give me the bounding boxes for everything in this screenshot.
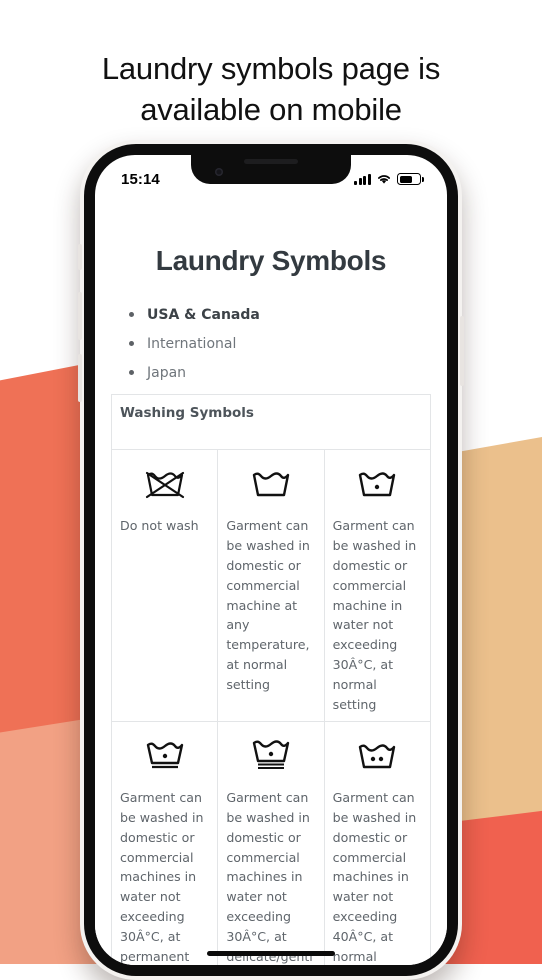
table-section-header: Washing Symbols (111, 394, 431, 450)
page-headline: Laundry symbols page is available on mob… (101, 50, 441, 127)
region-nav-list: USA & Canada International Japan (111, 305, 431, 384)
nav-item-label: USA & Canada (147, 307, 260, 323)
wifi-icon (376, 173, 392, 185)
phone-mute-switch[interactable] (78, 244, 82, 270)
symbol-cell-wash-30c-normal[interactable]: Garment can be washed in domestic or com… (323, 449, 432, 722)
status-bar-time: 15:14 (121, 170, 160, 188)
phone-mockup: 15:14 Laundry Symbols USA & Canada Inter… (78, 140, 464, 980)
nav-item-usa-canada[interactable]: USA & Canada (129, 305, 431, 326)
washing-symbols-table: Washing Symbols Do not wash Garment can … (110, 394, 432, 965)
symbol-description: Garment can be washed in domestic or com… (332, 518, 417, 713)
page-title: Laundry Symbols (155, 245, 387, 276)
phone-screen: 15:14 Laundry Symbols USA & Canada Inter… (95, 155, 447, 965)
symbol-cell-wash-40c-normal[interactable]: Garment can be washed in domestic or com… (323, 720, 432, 965)
symbol-cell-wash-30c-permanent-press[interactable]: Garment can be washed in domestic or com… (110, 720, 219, 965)
do-not-wash-icon (120, 460, 209, 506)
front-camera-icon (215, 168, 223, 176)
mobile-webpage-content: Laundry Symbols USA & Canada Internation… (95, 203, 447, 965)
table-section-header-row: Washing Symbols (111, 394, 431, 450)
symbol-description: Garment can be washed in domestic or com… (226, 789, 313, 965)
earpiece-speaker-icon (244, 159, 298, 164)
nav-item-label: International (147, 336, 237, 352)
wash-30c-delicate-icon (226, 732, 315, 778)
cellular-bars-icon (354, 173, 371, 185)
symbol-cell-wash-normal[interactable]: Garment can be washed in domestic or com… (217, 449, 325, 722)
wash-normal-icon (226, 460, 315, 506)
nav-item-japan[interactable]: Japan (129, 363, 431, 384)
wash-30c-normal-icon (333, 460, 422, 506)
status-bar-indicators (354, 173, 424, 185)
wash-30c-permanent-press-icon (120, 732, 209, 778)
symbol-description: Garment can be washed in domestic or com… (120, 789, 204, 965)
table-row: Garment can be washed in domestic or com… (110, 720, 432, 965)
phone-volume-up-button[interactable] (78, 292, 82, 340)
wash-40c-normal-icon (333, 732, 422, 778)
symbol-description: Do not wash (120, 518, 199, 533)
phone-volume-down-button[interactable] (78, 354, 82, 402)
phone-notch (191, 155, 351, 184)
nav-item-international[interactable]: International (129, 334, 431, 355)
home-indicator[interactable] (207, 951, 335, 956)
phone-power-button[interactable] (460, 316, 464, 386)
symbol-description: Garment can be washed in domestic or com… (332, 789, 417, 965)
symbol-cell-wash-30c-delicate[interactable]: Garment can be washed in domestic or com… (217, 720, 325, 965)
symbol-description: Garment can be washed in domestic or com… (226, 518, 310, 693)
symbol-cell-do-not-wash[interactable]: Do not wash (110, 449, 219, 722)
table-row: Do not wash Garment can be washed in dom… (110, 449, 432, 722)
nav-item-label: Japan (147, 365, 187, 381)
battery-icon (397, 173, 424, 185)
